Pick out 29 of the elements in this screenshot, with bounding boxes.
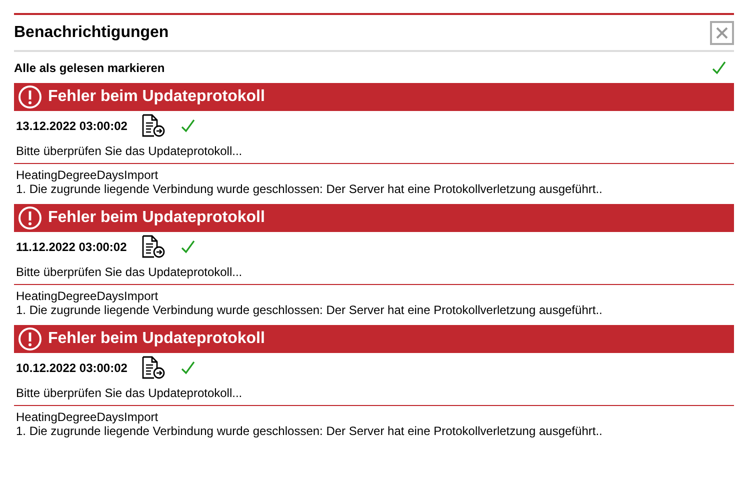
checkmark-icon[interactable] [181, 119, 196, 133]
notification-message: Bitte überprüfen Sie das Updateprotokoll... [14, 383, 734, 406]
checkmark-icon[interactable] [180, 240, 195, 254]
document-arrow-icon[interactable] [141, 356, 168, 380]
notification-message: Bitte überprüfen Sie das Updateprotokoll... [14, 262, 734, 285]
detail-text: 1. Die zugrunde liegende Verbindung wurde geschlossen: Der Server hat eine Protokollverletzung ausgeführt.. [16, 303, 604, 317]
document-arrow-icon[interactable] [141, 114, 168, 138]
detail-text: 1. Die zugrunde liegende Verbindung wurde geschlossen: Der Server hat eine Protokollverletzung ausgeführt.. [16, 424, 604, 438]
notification-date: 13.12.2022 03:00:02 [16, 119, 128, 133]
detail-text: HeatingDegreeDaysImport [16, 410, 160, 424]
notification-date: 11.12.2022 03:00:02 [16, 240, 127, 254]
alert-icon [18, 327, 42, 351]
detail-text: HeatingDegreeDaysImport [16, 289, 160, 303]
alert-icon [18, 85, 42, 109]
panel-title: Benachrichtigungen [14, 24, 169, 42]
detail-text: HeatingDegreeDaysImport [16, 168, 160, 182]
checkmark-icon[interactable] [181, 361, 196, 375]
alert-icon [18, 206, 42, 230]
notification-message: Bitte überprüfen Sie das Updateprotokoll... [14, 141, 734, 164]
notification-title: Fehler beim Updateprotokoll [48, 330, 265, 348]
mark-all-read-link[interactable]: Alle als gelesen markieren [14, 60, 165, 74]
notification-date: 10.12.2022 03:00:02 [16, 361, 128, 375]
detail-text: 1. Die zugrunde liegende Verbindung wurde geschlossen: Der Server hat eine Protokollverletzung ausgeführt.. [16, 182, 604, 196]
close-icon [715, 26, 729, 40]
close-button[interactable] [710, 20, 734, 44]
document-arrow-icon[interactable] [140, 235, 167, 259]
notification-title: Fehler beim Updateprotokoll [48, 209, 265, 227]
checkmark-icon[interactable] [712, 60, 726, 74]
notification-title: Fehler beim Updateprotokoll [48, 88, 265, 106]
